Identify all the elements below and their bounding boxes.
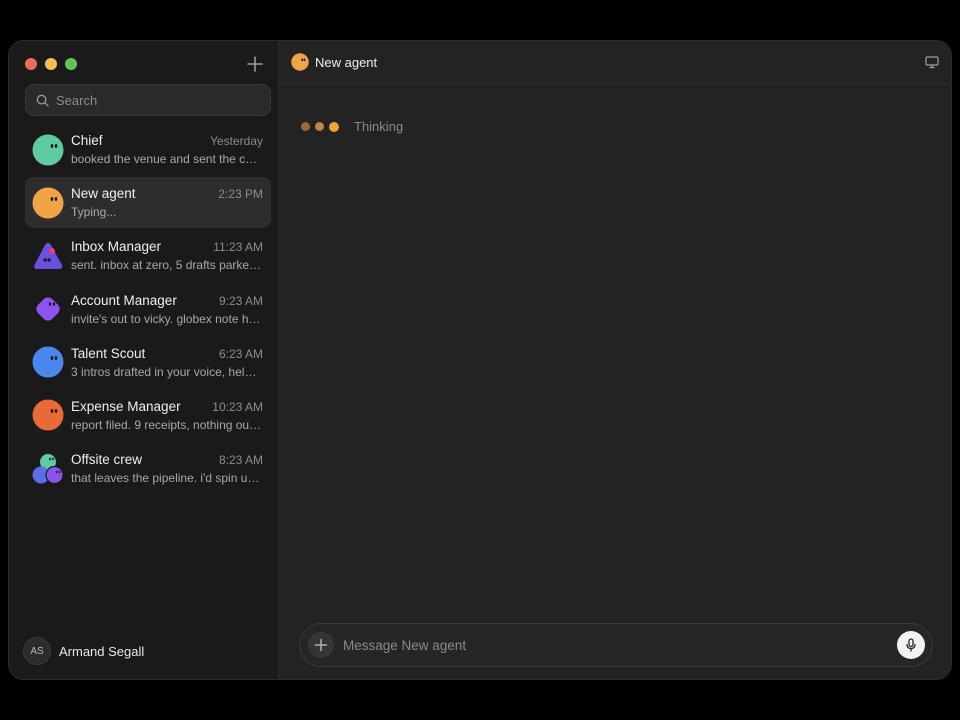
user-profile[interactable]: AS Armand Segall: [23, 637, 144, 665]
conversation-item-expense-manager[interactable]: Expense Manager 10:23 AM report filed. 9…: [25, 390, 271, 441]
new-chat-button[interactable]: [244, 53, 266, 75]
conversation-preview: that leaves the pipeline. i'd spin up a: [71, 471, 263, 486]
message-composer: [299, 623, 933, 667]
thinking-dot: [329, 121, 339, 132]
purple-diamond-avatar-icon: [36, 297, 60, 321]
conversation-name: Account Manager: [71, 292, 177, 308]
conversation-item-new-agent[interactable]: New agent 2:23 PM Typing...: [25, 177, 271, 229]
conversation-preview: invite's out to vicky. globex note here: [71, 311, 263, 326]
conversation-name: Talent Scout: [71, 345, 146, 361]
search-icon: [36, 94, 49, 107]
conversation-time: 9:23 AM: [218, 293, 263, 308]
plus-icon: [247, 56, 263, 72]
conversation-preview: 3 intros drafted in your voice, held for…: [71, 364, 263, 379]
maximize-window-button[interactable]: [65, 58, 77, 70]
plus-icon: [314, 638, 328, 652]
orange-blob-avatar-icon: [32, 187, 64, 219]
search-input[interactable]: [56, 92, 256, 108]
conversation-item-offsite-crew[interactable]: Offsite crew 8:23 AM that leaves the pip…: [25, 443, 271, 494]
orange-red-blob-avatar-icon: [32, 399, 64, 431]
conversation-preview: sent. inbox at zero, 5 drafts parked for…: [71, 258, 263, 273]
close-window-button[interactable]: [25, 58, 37, 70]
orange-blob-avatar-icon: [291, 53, 309, 71]
user-name: Armand Segall: [59, 643, 145, 659]
chat-header: New agent: [279, 41, 951, 84]
conversation-item-chief[interactable]: Chief Yesterday booked the venue and sen…: [25, 124, 271, 175]
conversation-name: Chief: [71, 133, 103, 148]
conversation-name: Inbox Manager: [71, 239, 162, 255]
conversation-name: New agent: [71, 186, 136, 202]
thinking-dot: [301, 122, 310, 131]
thinking-label: Thinking: [354, 119, 404, 134]
chat-panel: New agent Thinking: [279, 41, 951, 679]
green-blob-avatar-icon: [32, 134, 64, 165]
attach-button[interactable]: [308, 632, 334, 658]
blue-blob-avatar-icon: [32, 346, 64, 378]
thinking-dot: [315, 122, 324, 131]
minimize-window-button[interactable]: [45, 58, 57, 70]
microphone-icon: [906, 638, 916, 652]
thinking-indicator: Thinking: [301, 119, 403, 134]
message-input[interactable]: [343, 637, 897, 653]
conversation-item-talent-scout[interactable]: Talent Scout 6:23 AM 3 intros drafted in…: [25, 337, 271, 388]
conversation-time: 8:23 AM: [218, 453, 263, 468]
conversation-preview: booked the venue and sent the contract: [71, 152, 263, 166]
monitor-icon[interactable]: [925, 55, 939, 69]
conversation-time: 11:23 AM: [213, 240, 263, 255]
conversation-time: 10:23 AM: [212, 399, 263, 414]
conversation-time: 6:23 AM: [218, 346, 263, 361]
voice-input-button[interactable]: [897, 631, 925, 659]
conversation-time: Yesterday: [210, 134, 263, 148]
conversation-name: Expense Manager: [71, 398, 181, 414]
sidebar: Chief Yesterday booked the venue and sen…: [9, 41, 279, 679]
app-window: Chief Yesterday booked the venue and sen…: [8, 40, 952, 680]
purple-triangle-avatar-icon: [34, 242, 63, 269]
conversation-list: Chief Yesterday booked the venue and sen…: [25, 124, 271, 496]
conversation-item-inbox-manager[interactable]: Inbox Manager 11:23 AM sent. inbox at ze…: [25, 230, 271, 281]
conversation-item-account-manager[interactable]: Account Manager 9:23 AM invite's out to …: [25, 284, 271, 335]
window-controls: [25, 58, 77, 70]
group-avatar-icon: [32, 453, 64, 484]
search-box[interactable]: [25, 84, 271, 116]
user-avatar: AS: [23, 637, 51, 665]
conversation-preview: report filed. 9 receipts, nothing outsta…: [71, 417, 263, 432]
conversation-preview: Typing...: [71, 205, 117, 220]
conversation-name: Offsite crew: [71, 452, 143, 468]
chat-title: New agent: [315, 54, 378, 70]
conversation-time: 2:23 PM: [218, 187, 263, 202]
